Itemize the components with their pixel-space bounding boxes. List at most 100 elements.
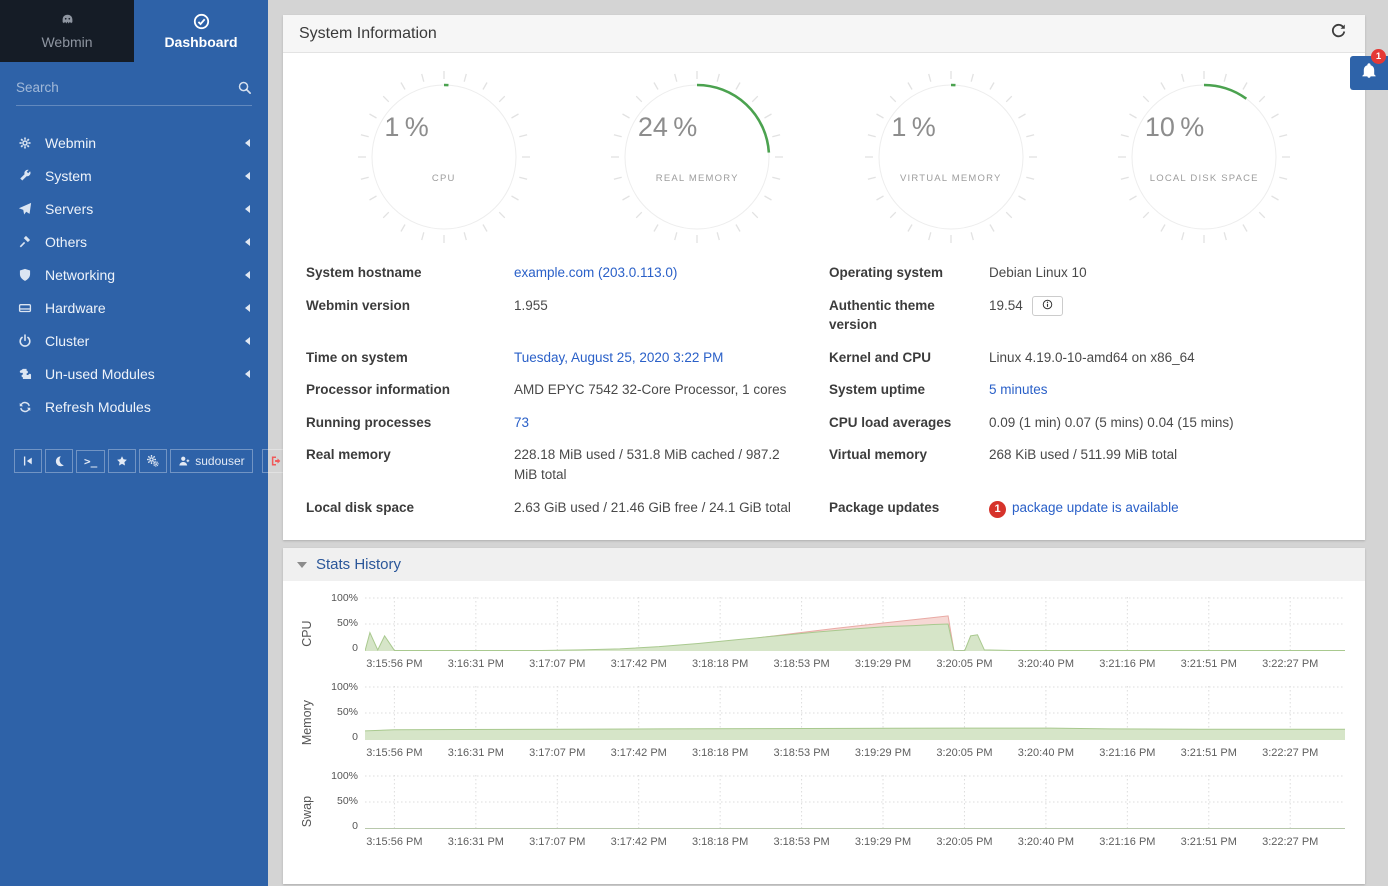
gauge-value: 24 %: [638, 112, 697, 143]
submenu-caret-icon: [245, 337, 250, 345]
x-tick-label: 3:21:51 PM: [1181, 658, 1237, 670]
submenu-caret-icon: [245, 304, 250, 312]
info-value-system-uptime: 5 minutes: [989, 380, 1349, 400]
refresh-arrow-icon: [1330, 23, 1347, 45]
sidebar-item-servers[interactable]: Servers: [0, 192, 268, 225]
submenu-caret-icon: [245, 205, 250, 213]
gauge-value: 10 %: [1145, 112, 1204, 143]
hard-drive-icon: [18, 301, 42, 315]
collapse-sidebar-button[interactable]: [14, 449, 42, 473]
refresh-page-button[interactable]: [1328, 21, 1349, 47]
tab-webmin-label: Webmin: [41, 34, 92, 50]
gauge-local-disk-space: 10 %LOCAL DISK SPACE: [1114, 67, 1294, 247]
sidebar-search: [16, 74, 252, 106]
hammer-icon: [18, 235, 42, 249]
sidebar-item-networking[interactable]: Networking: [0, 258, 268, 291]
x-tick-label: 3:20:40 PM: [1018, 658, 1074, 670]
submenu-caret-icon: [245, 370, 250, 378]
sidebar-tabs: Webmin Dashboard: [0, 0, 268, 62]
info-link[interactable]: example.com (203.0.113.0): [514, 265, 677, 280]
tab-dashboard[interactable]: Dashboard: [134, 0, 268, 62]
sidebar-item-webmin[interactable]: Webmin: [0, 126, 268, 159]
x-tick-label: 3:18:18 PM: [692, 747, 748, 759]
sidebar-item-label: Refresh Modules: [42, 399, 151, 415]
info-link[interactable]: package update is available: [1012, 500, 1179, 515]
info-value-operating-system: Debian Linux 10: [989, 263, 1349, 283]
chart-plot-area: [365, 775, 1345, 829]
shield-icon: [18, 268, 42, 282]
stats-history-title: Stats History: [316, 556, 401, 573]
paper-plane-icon: [18, 202, 42, 216]
x-tick-label: 3:21:16 PM: [1099, 747, 1155, 759]
chart-swap: Swap100%50%03:15:56 PM3:16:31 PM3:17:07 …: [293, 775, 1345, 852]
sidebar: Webmin Dashboard Webmin System Servers Othe…: [0, 0, 268, 886]
stats-charts: CPU100%50%03:15:56 PM3:16:31 PM3:17:07 P…: [283, 581, 1365, 884]
sidebar-item-hardware[interactable]: Hardware: [0, 291, 268, 324]
info-label-authentic-theme-version: Authentic theme version: [829, 296, 989, 335]
page-title: System Information: [299, 25, 437, 43]
notifications-button[interactable]: 1: [1350, 56, 1388, 90]
x-tick-label: 3:16:31 PM: [448, 658, 504, 670]
x-tick-label: 3:20:40 PM: [1018, 747, 1074, 759]
x-tick-label: 3:18:53 PM: [773, 747, 829, 759]
sidebar-item-label: Webmin: [42, 135, 96, 151]
chart-plot-area: [365, 597, 1345, 651]
stats-history-header[interactable]: Stats History: [283, 548, 1365, 581]
gauges-row: 1 %CPU24 %REAL MEMORY1 %VIRTUAL MEMORY10…: [283, 53, 1365, 249]
night-mode-button[interactable]: [45, 449, 73, 473]
info-value-webmin-version: 1.955: [514, 296, 829, 316]
submenu-caret-icon: [245, 238, 250, 246]
submenu-caret-icon: [245, 139, 250, 147]
theme-info-button[interactable]: [1032, 296, 1063, 316]
x-tick-label: 3:16:31 PM: [448, 836, 504, 848]
info-value-cpu-load-averages: 0.09 (1 min) 0.07 (5 mins) 0.04 (15 mins…: [989, 413, 1349, 433]
gears-icon: [147, 455, 159, 467]
x-tick-label: 3:18:18 PM: [692, 836, 748, 848]
sidebar-item-label: Un-used Modules: [42, 366, 155, 382]
info-link[interactable]: Tuesday, August 25, 2020 3:22 PM: [514, 350, 723, 365]
gear-icon: [18, 136, 42, 150]
info-label-cpu-load-averages: CPU load averages: [829, 413, 989, 433]
info-value-processor-information: AMD EPYC 7542 32-Core Processor, 1 cores: [514, 380, 829, 400]
info-link[interactable]: 73: [514, 415, 529, 430]
sidebar-item-label: Servers: [42, 201, 93, 217]
x-tick-label: 3:17:07 PM: [529, 836, 585, 848]
info-label-system-uptime: System uptime: [829, 380, 989, 400]
x-tick-label: 3:19:29 PM: [855, 836, 911, 848]
favorites-button[interactable]: [108, 449, 136, 473]
system-information-header: System Information: [283, 15, 1365, 53]
sidebar-item-system[interactable]: System: [0, 159, 268, 192]
tab-webmin[interactable]: Webmin: [0, 0, 134, 62]
x-tick-label: 3:18:53 PM: [773, 658, 829, 670]
info-value-virtual-memory: 268 KiB used / 511.99 MiB total: [989, 445, 1349, 465]
sidebar-item-cluster[interactable]: Cluster: [0, 324, 268, 357]
sidebar-item-label: System: [42, 168, 92, 184]
puzzle-icon: [18, 367, 42, 381]
theme-settings-button[interactable]: [139, 449, 167, 473]
collapse-triangle-icon: [297, 562, 307, 568]
gauge-value: 1 %: [384, 112, 428, 143]
user-button[interactable]: sudouser: [170, 449, 252, 473]
x-tick-label: 3:21:51 PM: [1181, 836, 1237, 848]
sidebar-item-others[interactable]: Others: [0, 225, 268, 258]
y-axis-labels: 100%50%0: [321, 775, 365, 829]
info-value-package-updates: 1 package update is available: [989, 498, 1349, 518]
info-label-package-updates: Package updates: [829, 498, 989, 518]
search-icon[interactable]: [237, 80, 252, 95]
package-updates-badge: 1: [989, 501, 1006, 518]
sidebar-item-refresh-modules[interactable]: Refresh Modules: [0, 390, 268, 423]
sidebar-item-un-used-modules[interactable]: Un-used Modules: [0, 357, 268, 390]
x-tick-label: 3:17:42 PM: [611, 836, 667, 848]
dashboard-icon: [193, 13, 210, 30]
x-tick-label: 3:22:27 PM: [1262, 836, 1318, 848]
terminal-button[interactable]: >_: [76, 450, 105, 473]
x-tick-label: 3:15:56 PM: [366, 836, 422, 848]
search-input[interactable]: [16, 74, 237, 101]
info-label-webmin-version: Webmin version: [306, 296, 514, 316]
info-icon: [1042, 299, 1053, 313]
info-link[interactable]: 5 minutes: [989, 382, 1048, 397]
power-icon: [18, 334, 42, 348]
star-icon: [116, 455, 128, 467]
x-axis-labels: 3:15:56 PM3:16:31 PM3:17:07 PM3:17:42 PM…: [365, 654, 1345, 674]
x-tick-label: 3:22:27 PM: [1262, 658, 1318, 670]
